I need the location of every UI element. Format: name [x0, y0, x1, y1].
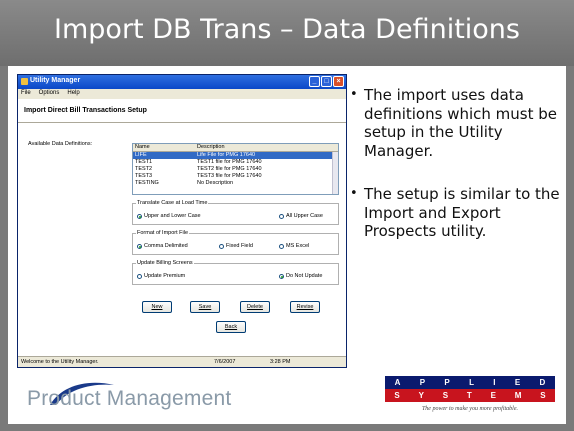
title-bar: Import DB Trans – Data Definitions	[0, 0, 574, 66]
close-icon[interactable]: ×	[333, 76, 344, 87]
item-description: TEST2 file for PMG 17640	[197, 166, 262, 172]
radio-selected-icon	[279, 273, 284, 279]
save-button[interactable]: Save	[190, 301, 220, 313]
minimize-icon[interactable]: _	[309, 76, 320, 87]
logo-letter: P	[444, 378, 450, 387]
radio-label: All Upper Case	[286, 213, 323, 219]
status-bar: Welcome to the Utility Manager. 7/6/2007…	[18, 356, 346, 367]
import-format-group: Format of Import File Comma Delimited Fi…	[132, 230, 339, 255]
logo-letter: M	[514, 391, 522, 400]
bullet-item: The import uses data definitions which m…	[350, 86, 566, 160]
bullet-list: The import uses data definitions which m…	[350, 86, 566, 241]
setup-heading: Import Direct Bill Transactions Setup	[18, 99, 346, 123]
app-icon	[21, 78, 28, 85]
logo-letter: S	[540, 391, 546, 400]
logo-letter: A	[394, 378, 401, 387]
menu-help[interactable]: Help	[67, 90, 79, 99]
radio-update-premium[interactable]: Update Premium	[137, 273, 185, 279]
list-scrollbar[interactable]	[332, 152, 338, 194]
radio-ms-excel[interactable]: MS Excel	[279, 243, 309, 249]
radio-do-not-update[interactable]: Do Not Update	[279, 273, 322, 279]
maximize-icon[interactable]: □	[321, 76, 332, 87]
window-body: Import Direct Bill Transactions Setup Av…	[18, 99, 346, 356]
menu-options[interactable]: Options	[39, 90, 60, 99]
item-name: TEST1	[135, 159, 153, 165]
footer-panel: Product Management A P P L I E D S Y S T…	[8, 372, 566, 424]
radio-all-upper[interactable]: All Upper Case	[279, 213, 323, 219]
radio-icon	[279, 243, 284, 249]
radio-label: MS Excel	[286, 243, 310, 249]
radio-selected-icon	[137, 213, 142, 219]
list-item[interactable]: TEST3 TEST3 file for PMG 17640	[133, 173, 338, 180]
logo-row-applied: A P P L I E D	[385, 376, 555, 389]
new-button[interactable]: New	[142, 301, 172, 313]
group-title: Format of Import File	[136, 230, 190, 236]
logo-letter: Y	[418, 391, 424, 400]
logo-letter: L	[469, 378, 474, 387]
item-description: TEST3 file for PMG 17640	[197, 173, 262, 179]
status-time: 3:28 PM	[270, 359, 291, 365]
radio-label: Fixed Field	[226, 243, 253, 249]
logo-letter: P	[419, 378, 426, 387]
radio-icon	[279, 213, 284, 219]
definitions-list[interactable]: Name Description LIFE Life File for PMG …	[132, 143, 339, 195]
item-description: TEST1 file for PMG 17640	[197, 159, 262, 165]
window-title: Utility Manager	[30, 77, 81, 84]
status-date: 7/6/2007	[214, 359, 236, 365]
logo-letter: E	[514, 378, 521, 387]
item-name: TEST3	[135, 173, 153, 179]
list-item[interactable]: LIFE Life File for PMG 17640	[133, 152, 338, 159]
applied-systems-logo: A P P L I E D S Y S T E M S	[385, 376, 555, 403]
logo-row-systems: S Y S T E M S	[385, 389, 555, 402]
column-name[interactable]: Name	[133, 144, 195, 151]
slide-title: Import DB Trans – Data Definitions	[54, 14, 520, 45]
translate-case-group: Translate Case at Load Time Upper and Lo…	[132, 200, 339, 225]
list-item[interactable]: TESTING No Description	[133, 180, 338, 187]
radio-upper-lower[interactable]: Upper and Lower Case	[137, 213, 201, 219]
column-description[interactable]: Description	[195, 144, 338, 151]
logo-letter: E	[490, 391, 496, 400]
item-description: No Description	[197, 180, 234, 186]
item-description: Life File for PMG 17640	[197, 152, 256, 158]
logo-letter: S	[442, 391, 449, 400]
menu-bar: File Options Help	[18, 89, 346, 99]
radio-selected-icon	[137, 243, 142, 249]
utility-manager-window: Utility Manager _ □ × File Options Help …	[17, 74, 347, 368]
logo-letter: S	[394, 391, 400, 400]
status-message: Welcome to the Utility Manager.	[21, 359, 99, 365]
revise-button[interactable]: Revise	[290, 301, 320, 313]
list-item[interactable]: TEST1 TEST1 file for PMG 17640	[133, 159, 338, 166]
bullet-item: The setup is similar to the Import and E…	[350, 185, 566, 241]
list-item[interactable]: TEST2 TEST2 file for PMG 17640	[133, 166, 338, 173]
radio-label: Upper and Lower Case	[144, 213, 201, 219]
radio-icon	[219, 243, 224, 249]
radio-label: Do Not Update	[286, 273, 323, 279]
product-management-text: Product Management	[27, 387, 232, 410]
item-name: TESTING	[135, 180, 159, 186]
footer: Product Management A P P L I E D S Y S T…	[0, 372, 574, 431]
item-name: TEST2	[135, 166, 153, 172]
delete-button[interactable]: Delete	[240, 301, 270, 313]
available-definitions-label: Available Data Definitions:	[28, 141, 93, 147]
logo-tagline: The power to make you more profitable.	[421, 406, 519, 412]
menu-file[interactable]: File	[21, 90, 31, 99]
radio-icon	[137, 273, 142, 279]
radio-fixed-field[interactable]: Fixed Field	[219, 243, 253, 249]
item-name: LIFE	[135, 152, 147, 158]
update-billing-group: Update Billing Screens Update Premium Do…	[132, 260, 339, 285]
radio-label: Update Premium	[144, 273, 186, 279]
group-title: Translate Case at Load Time	[136, 200, 209, 206]
window-titlebar: Utility Manager _ □ ×	[18, 75, 346, 89]
group-title: Update Billing Screens	[136, 260, 194, 266]
list-header: Name Description	[133, 144, 338, 152]
back-button[interactable]: Back	[216, 321, 246, 333]
logo-letter: D	[539, 378, 546, 387]
radio-label: Comma Delimited	[144, 243, 188, 249]
logo-letter: I	[493, 378, 496, 387]
logo-letter: T	[466, 391, 472, 400]
radio-comma-delimited[interactable]: Comma Delimited	[137, 243, 188, 249]
